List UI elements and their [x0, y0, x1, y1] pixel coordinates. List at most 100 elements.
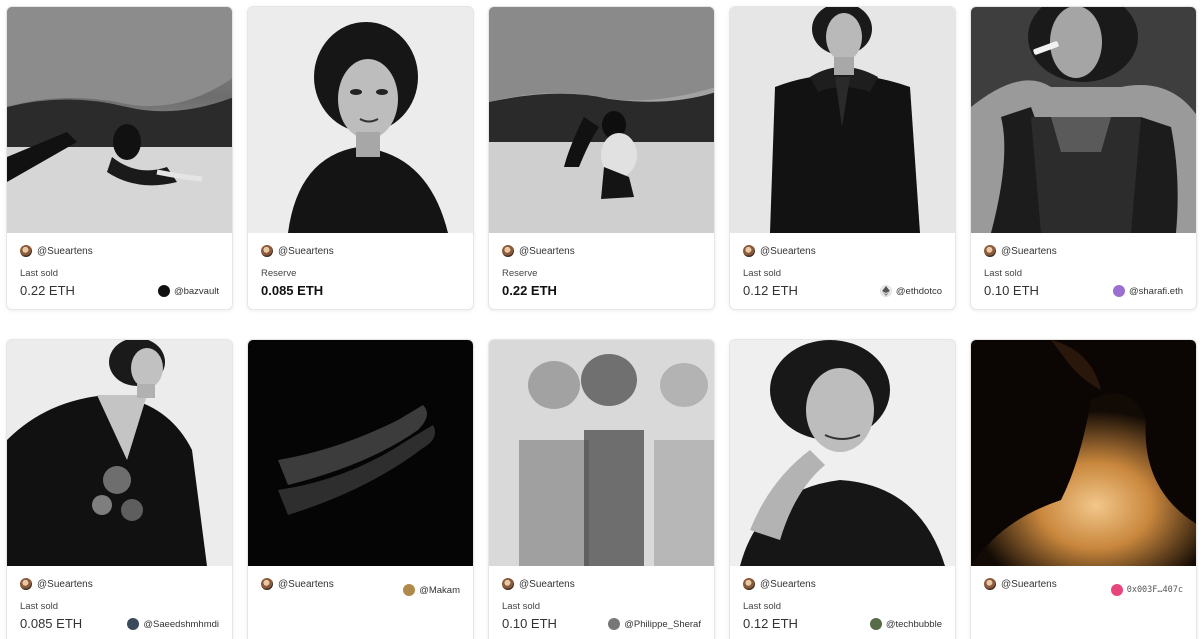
- multiple-exposure-photo-icon: [489, 340, 714, 566]
- creator-name: @Sueartens: [519, 245, 575, 257]
- creator-name: @Sueartens: [37, 245, 93, 257]
- owner-name: @Philippe_Sheraf: [624, 618, 701, 630]
- creator-avatar: [502, 245, 514, 257]
- cave-seated-photo-icon: [489, 7, 714, 233]
- legs-photo-icon: [248, 340, 473, 566]
- owner-avatar: [869, 618, 882, 630]
- smiling-portrait-photo-icon: [730, 340, 955, 566]
- creator-avatar: [743, 245, 755, 257]
- nft-card[interactable]: @Sueartens Last sold 0.12 ETH @techbubbl…: [729, 339, 956, 639]
- artwork-image[interactable]: [489, 340, 714, 566]
- sale-status: Last sold: [743, 268, 782, 279]
- artwork-image[interactable]: [971, 7, 1196, 233]
- ethereum-icon: [879, 285, 892, 297]
- owner-name: @bazvault: [173, 285, 219, 297]
- price: 0.22 ETH: [502, 283, 557, 298]
- owner[interactable]: @Saeedshmhmdi: [127, 618, 219, 630]
- creator-name: @Sueartens: [37, 578, 93, 590]
- owner[interactable]: @ethdotco: [879, 285, 942, 297]
- creator-name: @Sueartens: [278, 245, 334, 257]
- creator-name: @Sueartens: [519, 578, 575, 590]
- creator-avatar: [743, 578, 755, 590]
- nft-grid: @Sueartens Last sold 0.22 ETH @bazvault …: [0, 0, 1200, 639]
- creator-name: @Sueartens: [760, 578, 816, 590]
- creator[interactable]: @Sueartens: [743, 578, 816, 590]
- artwork-image[interactable]: [730, 340, 955, 566]
- nft-card[interactable]: @Sueartens Last sold 0.10 ETH @sharafi.e…: [970, 6, 1197, 310]
- nft-card[interactable]: @Sueartens Last sold 0.085 ETH @Saeedshm…: [6, 339, 233, 639]
- creator[interactable]: @Sueartens: [261, 578, 334, 590]
- nft-card[interactable]: @Sueartens Reserve 0.085 ETH: [247, 6, 474, 310]
- owner[interactable]: @Philippe_Sheraf: [608, 618, 701, 630]
- owner-name: @techbubble: [885, 618, 942, 630]
- price: 0.12 ETH: [743, 616, 798, 631]
- seated-dark-dress-photo-icon: [7, 340, 232, 566]
- creator-avatar: [261, 578, 273, 590]
- owner-name: @Saeedshmhmdi: [143, 618, 219, 630]
- owner-avatar: [608, 618, 621, 630]
- owner-avatar: [1110, 584, 1123, 596]
- creator[interactable]: @Sueartens: [20, 245, 93, 257]
- sale-status: Reserve: [261, 268, 297, 279]
- owner-avatar: [403, 584, 416, 596]
- owner[interactable]: @Makam: [403, 584, 460, 596]
- owner-avatar: [1112, 285, 1125, 297]
- creator-avatar: [502, 578, 514, 590]
- owner-avatar: [127, 618, 140, 630]
- creator-name: @Sueartens: [1001, 245, 1057, 257]
- owner[interactable]: @bazvault: [157, 285, 219, 297]
- standing-portrait-photo-icon: [730, 7, 955, 233]
- sale-status: Last sold: [743, 601, 782, 612]
- sale-status: Last sold: [20, 601, 59, 612]
- creator[interactable]: @Sueartens: [502, 578, 575, 590]
- artwork-image[interactable]: [248, 7, 473, 233]
- price: 0.22 ETH: [20, 283, 75, 298]
- creator-avatar: [984, 245, 996, 257]
- artwork-image[interactable]: [971, 340, 1196, 566]
- sale-status: Last sold: [502, 601, 541, 612]
- creator-name: @Sueartens: [278, 578, 334, 590]
- artwork-image[interactable]: [248, 340, 473, 566]
- owner[interactable]: @techbubble: [869, 618, 942, 630]
- creator-avatar: [984, 578, 996, 590]
- sale-status: Last sold: [984, 268, 1023, 279]
- creator[interactable]: @Sueartens: [743, 245, 816, 257]
- creator-avatar: [20, 578, 32, 590]
- sale-status: Reserve: [502, 268, 538, 279]
- creator[interactable]: @Sueartens: [502, 245, 575, 257]
- owner-name: @Makam: [419, 584, 460, 596]
- artwork-image[interactable]: [7, 340, 232, 566]
- owner-avatar: [157, 285, 170, 297]
- nft-card[interactable]: @Sueartens Last sold 0.12 ETH @ethdotco: [729, 6, 956, 310]
- owner-name: @sharafi.eth: [1128, 285, 1183, 297]
- creator-avatar: [20, 245, 32, 257]
- owner[interactable]: @sharafi.eth: [1112, 285, 1183, 297]
- artwork-image[interactable]: [7, 7, 232, 233]
- price: 0.10 ETH: [502, 616, 557, 631]
- creator-avatar: [261, 245, 273, 257]
- price: 0.085 ETH: [261, 283, 324, 298]
- price: 0.12 ETH: [743, 283, 798, 298]
- artwork-image[interactable]: [730, 7, 955, 233]
- creator[interactable]: @Sueartens: [261, 245, 334, 257]
- artwork-image[interactable]: [489, 7, 714, 233]
- neck-light-photo-icon: [971, 340, 1196, 566]
- nft-card[interactable]: @Sueartens @Makam: [247, 339, 474, 639]
- owner-address: 0x003F…407c: [1126, 585, 1183, 595]
- creator-name: @Sueartens: [760, 245, 816, 257]
- nft-card[interactable]: @Sueartens 0x003F…407c: [970, 339, 1197, 639]
- owner[interactable]: 0x003F…407c: [1110, 584, 1183, 596]
- creator[interactable]: @Sueartens: [20, 578, 93, 590]
- creator[interactable]: @Sueartens: [984, 578, 1057, 590]
- nft-card[interactable]: @Sueartens Reserve 0.22 ETH: [488, 6, 715, 310]
- owner-name: @ethdotco: [895, 285, 942, 297]
- nft-card[interactable]: @Sueartens Last sold 0.10 ETH @Philippe_…: [488, 339, 715, 639]
- smoking-portrait-photo-icon: [971, 7, 1196, 233]
- sale-status: Last sold: [20, 268, 59, 279]
- creator[interactable]: @Sueartens: [984, 245, 1057, 257]
- price: 0.10 ETH: [984, 283, 1039, 298]
- creator-name: @Sueartens: [1001, 578, 1057, 590]
- price: 0.085 ETH: [20, 616, 83, 631]
- portrait-photo-icon: [248, 7, 473, 233]
- nft-card[interactable]: @Sueartens Last sold 0.22 ETH @bazvault: [6, 6, 233, 310]
